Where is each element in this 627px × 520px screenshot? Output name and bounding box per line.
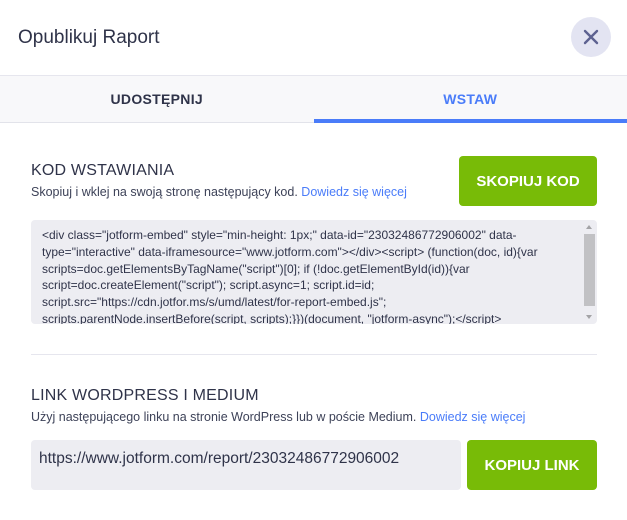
copy-link-button[interactable]: KOPIUJ LINK (467, 440, 597, 490)
embed-description: Skopiuj i wklej na swoją stronę następuj… (31, 185, 407, 199)
close-button[interactable] (571, 17, 611, 57)
scroll-down-icon[interactable] (586, 315, 592, 319)
wordpress-section-title: LINK WORDPRESS I MEDIUM (31, 387, 259, 404)
scroll-up-icon[interactable] (586, 225, 592, 229)
embed-section-title: KOD WSTAWIANIA (31, 162, 175, 179)
embed-description-text: Skopiuj i wklej na swoją stronę następuj… (31, 185, 298, 199)
close-icon (583, 29, 599, 45)
embed-learn-more-link[interactable]: Dowiedz się więcej (301, 185, 407, 199)
wordpress-learn-more-link[interactable]: Dowiedz się więcej (420, 410, 526, 424)
tab-share[interactable]: UDOSTĘPNIJ (0, 76, 314, 122)
code-scrollbar[interactable] (583, 222, 596, 322)
section-divider (31, 354, 597, 355)
tab-embed[interactable]: WSTAW (313, 76, 627, 123)
embed-code-textarea[interactable]: <div class="jotform-embed" style="min-he… (31, 220, 597, 324)
wordpress-description: Użyj następującego linku na stronie Word… (31, 410, 525, 424)
copy-code-button[interactable]: SKOPIUJ KOD (459, 156, 597, 206)
report-link-field[interactable]: https://www.jotform.com/report/230324867… (31, 440, 461, 490)
tab-bar: UDOSTĘPNIJ WSTAW (0, 75, 627, 123)
scrollbar-thumb[interactable] (584, 234, 595, 306)
dialog-title: Opublikuj Raport (18, 27, 160, 48)
wordpress-description-text: Użyj następującego linku na stronie Word… (31, 410, 417, 424)
